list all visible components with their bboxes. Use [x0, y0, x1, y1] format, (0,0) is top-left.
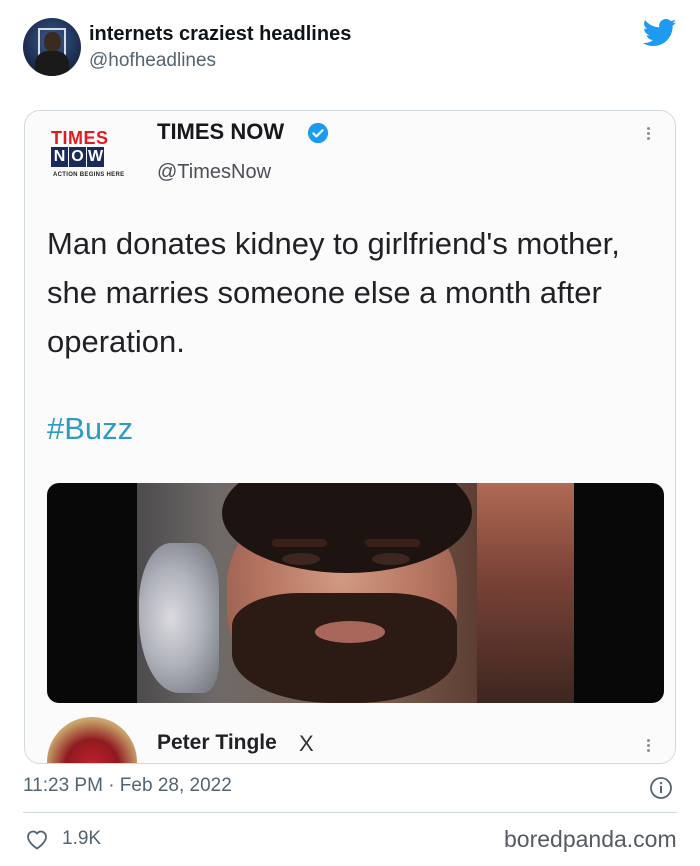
reply-avatar — [47, 717, 137, 763]
times-now-logo: TIMES N O W ACTION BEGINS HERE — [51, 129, 159, 183]
logo-line2: N O W — [51, 147, 104, 169]
like-count[interactable]: 1.9K — [62, 828, 101, 850]
reply-badge: X — [299, 731, 314, 756]
logo-letter: O — [69, 147, 86, 167]
watermark-text: boredpanda.com — [504, 826, 677, 852]
quoted-tweet-text: Man donates kidney to girlfriend's mothe… — [47, 226, 620, 359]
hashtag-link: #Buzz — [47, 411, 134, 446]
reply-display-name: Peter Tingle — [157, 731, 277, 754]
quoted-tweet-image[interactable]: TIMES N O W ACTION BEGINS HERE TIMES NOW… — [24, 110, 676, 764]
more-options-icon — [645, 737, 651, 759]
tweet-timestamp[interactable]: 11:23 PM · Feb 28, 2022 — [23, 775, 232, 797]
info-icon[interactable] — [649, 776, 673, 800]
profile-avatar[interactable] — [23, 18, 81, 76]
avatar-head — [44, 32, 61, 52]
logo-tagline: ACTION BEGINS HERE — [53, 172, 125, 178]
quoted-media-photo — [47, 483, 664, 703]
twitter-bird-icon — [643, 18, 677, 47]
user-handle[interactable]: @hofheadlines — [89, 50, 216, 72]
quoted-handle: @TimesNow — [157, 161, 272, 183]
logo-line1: TIMES — [51, 128, 109, 148]
footer-divider — [23, 812, 677, 813]
logo-letter: N — [51, 147, 68, 167]
avatar-body — [35, 51, 69, 76]
quoted-tweet-screenshot: TIMES N O W ACTION BEGINS HERE TIMES NOW… — [25, 111, 675, 763]
quoted-display-name: TIMES NOW — [157, 119, 285, 144]
heart-icon[interactable] — [25, 828, 49, 850]
display-name[interactable]: internets craziest headlines — [89, 23, 351, 46]
logo-letter: W — [87, 147, 104, 167]
tweet-card: internets craziest headlines @hofheadlin… — [0, 0, 700, 866]
more-options-icon — [645, 125, 651, 147]
verified-badge-icon — [307, 122, 329, 144]
